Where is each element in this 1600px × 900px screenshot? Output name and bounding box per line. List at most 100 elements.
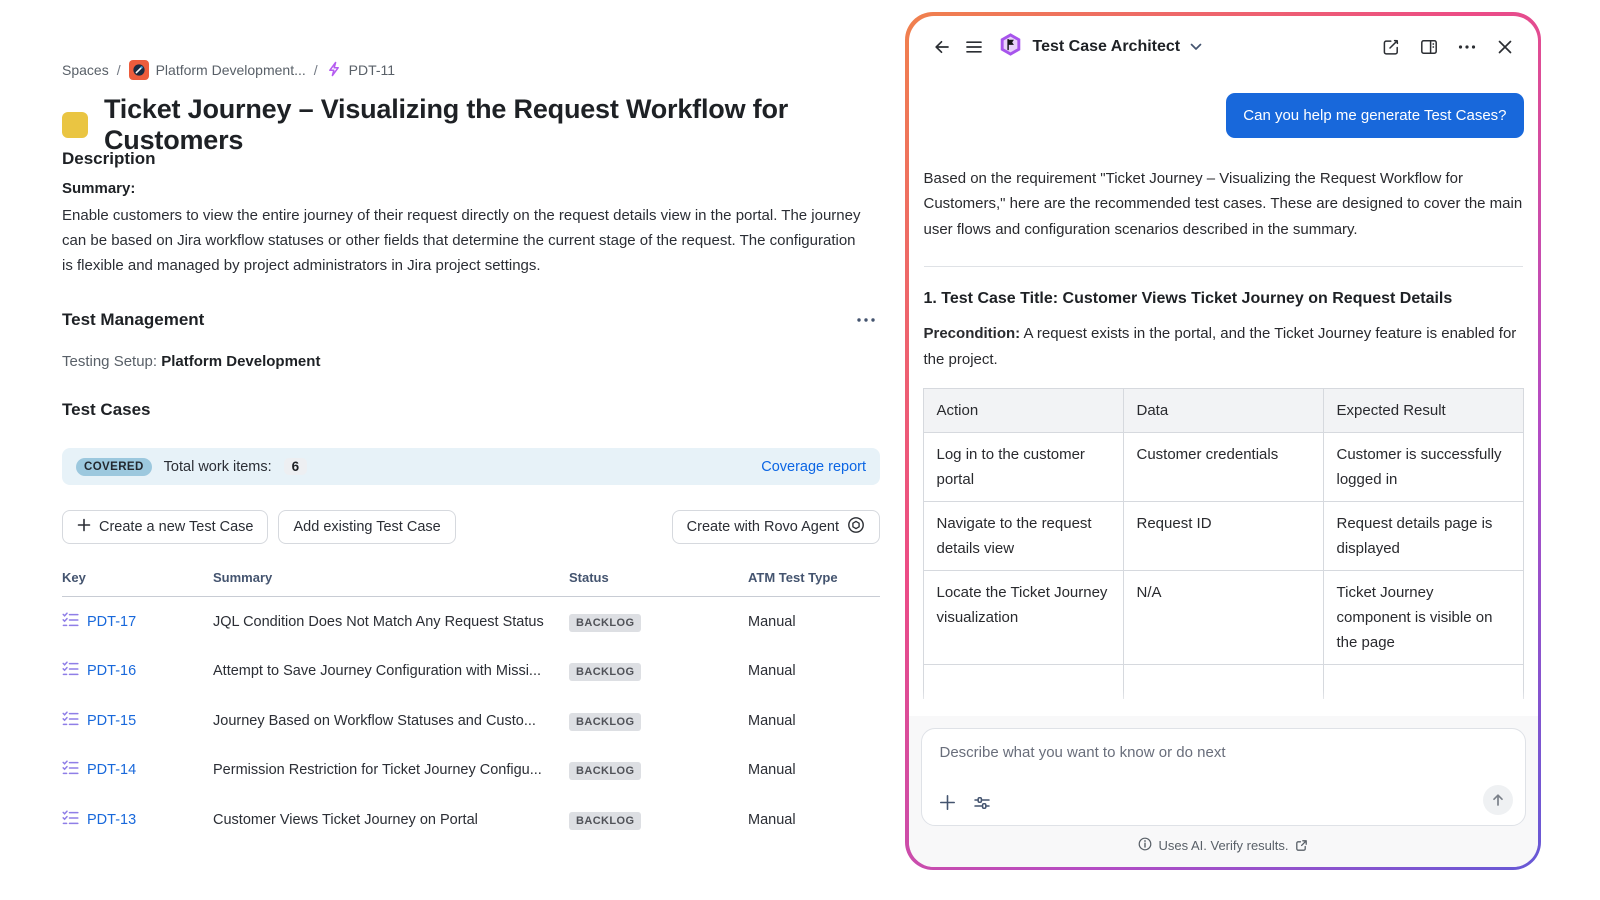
test-case-key-link[interactable]: PDT-17: [87, 614, 136, 630]
create-test-case-button[interactable]: Create a new Test Case: [62, 510, 268, 544]
status-badge: BACKLOG: [569, 663, 641, 681]
add-existing-test-case-button[interactable]: Add existing Test Case: [278, 510, 455, 544]
table-row: PDT-15 Journey Based on Workflow Statuse…: [62, 696, 880, 746]
status-badge: BACKLOG: [569, 762, 641, 780]
action-cell: Locate the Ticket Journey visualization: [923, 571, 1123, 665]
test-management-heading: Test Management: [62, 310, 204, 330]
table-row: PDT-13 Customer Views Ticket Journey on …: [62, 795, 880, 845]
chat-transcript: Can you help me generate Test Cases? Bas…: [909, 78, 1538, 716]
test-case-summary: Customer Views Ticket Journey on Portal: [213, 812, 558, 828]
summary-text: Enable customers to view the entire jour…: [62, 203, 862, 278]
breadcrumb-separator: /: [117, 62, 121, 78]
chevron-down-icon: [1190, 38, 1202, 56]
description-heading: Description: [62, 149, 156, 169]
test-type-cell: Manual: [748, 713, 796, 729]
checklist-icon: [62, 660, 79, 682]
create-test-case-label: Create a new Test Case: [99, 519, 253, 535]
row-key-cell: PDT-14: [62, 759, 136, 781]
row-key-cell: PDT-17: [62, 611, 136, 633]
table-row: PDT-17 JQL Condition Does Not Match Any …: [62, 597, 880, 647]
info-icon: [1138, 837, 1152, 854]
precondition-label: Precondition:: [924, 325, 1021, 342]
test-case-rows: PDT-17 JQL Condition Does Not Match Any …: [62, 597, 880, 845]
agent-response-intro: Based on the requirement "Ticket Journey…: [923, 166, 1524, 243]
coverage-banner: COVERED Total work items: 6 Coverage rep…: [62, 448, 880, 485]
coverage-report-link[interactable]: Coverage report: [761, 459, 866, 475]
ai-disclaimer-text: Uses AI. Verify results.: [1158, 838, 1288, 853]
back-icon[interactable]: [926, 31, 958, 63]
agent-title: Test Case Architect: [1033, 38, 1181, 56]
expected-cell: [1323, 665, 1523, 699]
close-icon[interactable]: [1489, 31, 1521, 63]
input-toolbar: [936, 791, 994, 815]
column-header-status: Status: [569, 570, 609, 585]
status-cell: BACKLOG: [569, 761, 641, 779]
panel-layout-icon[interactable]: [1413, 31, 1445, 63]
test-type-cell: Manual: [748, 762, 796, 778]
hamburger-icon[interactable]: [958, 31, 990, 63]
test-table-header: Key Summary Status ATM Test Type: [62, 570, 880, 590]
action-cell: [923, 665, 1123, 699]
column-header-summary: Summary: [213, 570, 272, 585]
external-link-icon[interactable]: [1295, 839, 1308, 852]
expected-cell: Request details page is displayed: [1323, 502, 1523, 571]
testing-setup: Testing Setup: Platform Development: [62, 353, 320, 370]
plus-icon[interactable]: [936, 791, 960, 815]
status-badge: BACKLOG: [569, 614, 641, 632]
agent-selector[interactable]: Test Case Architect: [998, 32, 1203, 62]
expected-cell: Customer is successfully logged in: [1323, 433, 1523, 502]
panel-header: Test Case Architect: [909, 16, 1538, 78]
rovo-agent-panel: Test Case Architect: [905, 12, 1541, 870]
create-with-rovo-button[interactable]: Create with Rovo Agent: [672, 510, 880, 544]
checklist-icon: [62, 710, 79, 732]
column-header-action: Action: [923, 389, 1123, 433]
test-case-key-link[interactable]: PDT-15: [87, 713, 136, 729]
test-cases-heading: Test Cases: [62, 400, 151, 420]
chat-input-card[interactable]: [921, 728, 1526, 826]
more-icon[interactable]: [852, 308, 880, 332]
status-cell: BACKLOG: [569, 613, 641, 631]
user-message-bubble: Can you help me generate Test Cases?: [1226, 93, 1523, 138]
page-title: Ticket Journey – Visualizing the Request…: [104, 94, 880, 156]
table-row: Log in to the customer portal Customer c…: [923, 433, 1523, 502]
data-cell: [1123, 665, 1323, 699]
breadcrumb-spaces[interactable]: Spaces: [62, 62, 109, 78]
table-row-partial: [923, 665, 1523, 699]
status-cell: BACKLOG: [569, 662, 641, 680]
checklist-icon: [62, 759, 79, 781]
breadcrumb-separator: /: [314, 62, 318, 78]
work-type-icon: [62, 112, 88, 138]
row-key-cell: PDT-15: [62, 710, 136, 732]
test-case-key-link[interactable]: PDT-16: [87, 663, 136, 679]
more-icon[interactable]: [1451, 31, 1483, 63]
chat-input-section: Uses AI. Verify results.: [909, 716, 1538, 867]
breadcrumb-project[interactable]: Platform Development...: [129, 60, 306, 80]
test-case-heading: 1. Test Case Title: Customer Views Ticke…: [923, 290, 1524, 308]
test-case-key-link[interactable]: PDT-14: [87, 762, 136, 778]
test-type-cell: Manual: [748, 812, 796, 828]
test-management-row: Test Management: [62, 308, 880, 332]
issue-title-row: Ticket Journey – Visualizing the Request…: [62, 94, 880, 156]
row-key-cell: PDT-13: [62, 809, 136, 831]
issue-main-area: Spaces / Platform Development... / PDT-1…: [62, 0, 880, 900]
panel-header-actions: [1375, 31, 1521, 63]
compose-icon[interactable]: [1375, 31, 1407, 63]
sliders-icon[interactable]: [970, 791, 994, 815]
data-cell: Request ID: [1123, 502, 1323, 571]
action-cell: Log in to the customer portal: [923, 433, 1123, 502]
breadcrumb-issue[interactable]: PDT-11: [326, 61, 395, 80]
project-icon: [129, 60, 149, 80]
summary-label: Summary:: [62, 180, 135, 197]
breadcrumb-project-label: Platform Development...: [156, 62, 306, 78]
table-row: PDT-16 Attempt to Save Journey Configura…: [62, 647, 880, 697]
send-button[interactable]: [1483, 785, 1513, 815]
rovo-panel-inner: Test Case Architect: [909, 16, 1538, 867]
status-badge: BACKLOG: [569, 713, 641, 731]
table-row: Navigate to the request details view Req…: [923, 502, 1523, 571]
chat-input[interactable]: [922, 729, 1525, 825]
action-cell: Navigate to the request details view: [923, 502, 1123, 571]
app-window: Spaces / Platform Development... / PDT-1…: [0, 0, 1600, 900]
test-case-key-link[interactable]: PDT-13: [87, 812, 136, 828]
covered-badge: COVERED: [76, 458, 152, 476]
user-message-row: Can you help me generate Test Cases?: [923, 93, 1524, 138]
